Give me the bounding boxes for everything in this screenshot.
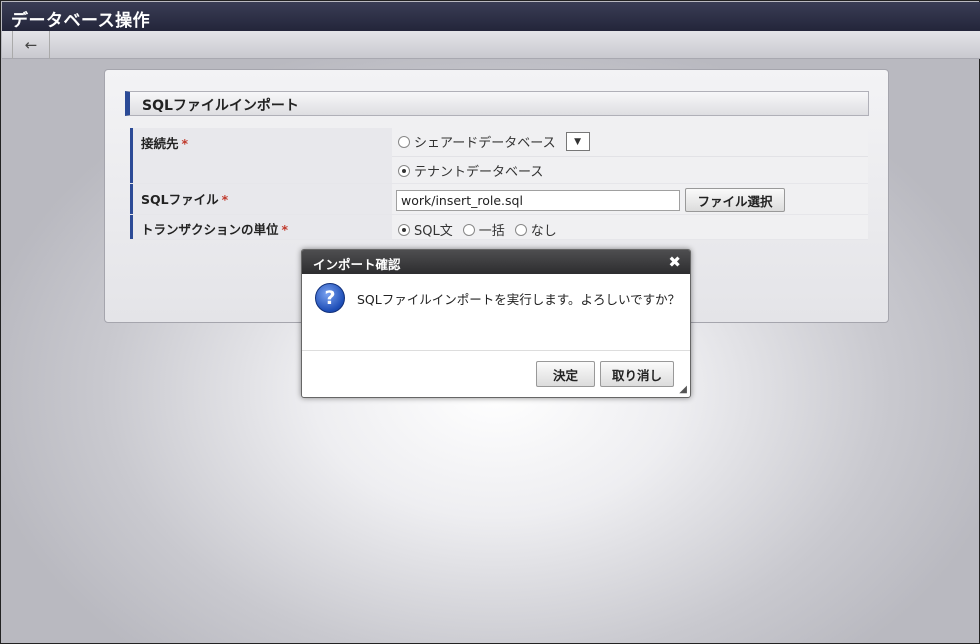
radio-button[interactable] xyxy=(398,135,410,148)
arrow-left-icon: ← xyxy=(24,36,38,54)
sql-file-row: SQLファイル * work/insert_role.sql ファイル選択 xyxy=(130,184,868,215)
shared-db-dropdown[interactable]: ▼ xyxy=(565,132,590,151)
connection-label: 接続先 * xyxy=(130,128,392,183)
transaction-option-none[interactable]: なし xyxy=(531,220,557,239)
divider xyxy=(302,350,690,351)
connection-option-shared[interactable]: シェアードデータベース ▼ xyxy=(398,132,590,151)
resize-grip-icon[interactable]: ◢ xyxy=(679,384,687,395)
required-mark: * xyxy=(281,222,289,237)
transaction-option-bulk[interactable]: 一括 xyxy=(479,220,505,239)
transaction-unit-options: SQL文 一括 なし xyxy=(392,215,868,239)
dialog-titlebar: インポート確認 ✖ xyxy=(302,250,690,274)
import-confirm-dialog: インポート確認 ✖ ? SQLファイルインポートを実行します。よろしいですか？ … xyxy=(301,249,691,398)
transaction-unit-label: トランザクションの単位 * xyxy=(130,215,392,239)
connection-options: シェアードデータベース ▼ テナントデータベース xyxy=(392,128,868,183)
sql-file-input[interactable]: work/insert_role.sql xyxy=(396,190,680,211)
question-icon: ? xyxy=(315,283,345,313)
connection-option-tenant[interactable]: テナントデータベース xyxy=(398,161,543,180)
required-mark: * xyxy=(181,136,189,151)
dialog-message: SQLファイルインポートを実行します。よろしいですか？ xyxy=(357,292,681,307)
transaction-option-sql[interactable]: SQL文 xyxy=(414,220,453,239)
app-window: データベース操作 ← SQLファイルインポート 接続先 * シェアードデータベース… xyxy=(0,0,980,644)
back-button[interactable]: ← xyxy=(12,31,50,59)
transaction-unit-row: トランザクションの単位 * SQL文 一括 なし xyxy=(130,215,868,240)
radio-button-selected[interactable] xyxy=(398,223,410,236)
cancel-button[interactable]: 取り消し xyxy=(600,361,674,387)
dialog-title: インポート確認 xyxy=(313,257,401,272)
chevron-down-icon: ▼ xyxy=(574,136,582,147)
required-mark: * xyxy=(221,192,229,207)
radio-button[interactable] xyxy=(462,223,475,236)
connection-row: 接続先 * シェアードデータベース ▼ テナントデータベース xyxy=(130,128,868,184)
file-select-button[interactable]: ファイル選択 xyxy=(685,188,785,212)
sql-file-value: work/insert_role.sql ファイル選択 xyxy=(392,184,868,214)
radio-button[interactable] xyxy=(514,223,527,236)
toolbar: ← xyxy=(2,31,980,59)
window-title: データベース操作 xyxy=(2,2,980,31)
section-title: SQLファイルインポート xyxy=(125,91,869,116)
ok-button[interactable]: 決定 xyxy=(536,361,595,387)
close-icon[interactable]: ✖ xyxy=(668,253,681,271)
sql-file-label: SQLファイル * xyxy=(130,184,392,214)
radio-button-selected[interactable] xyxy=(398,164,410,177)
